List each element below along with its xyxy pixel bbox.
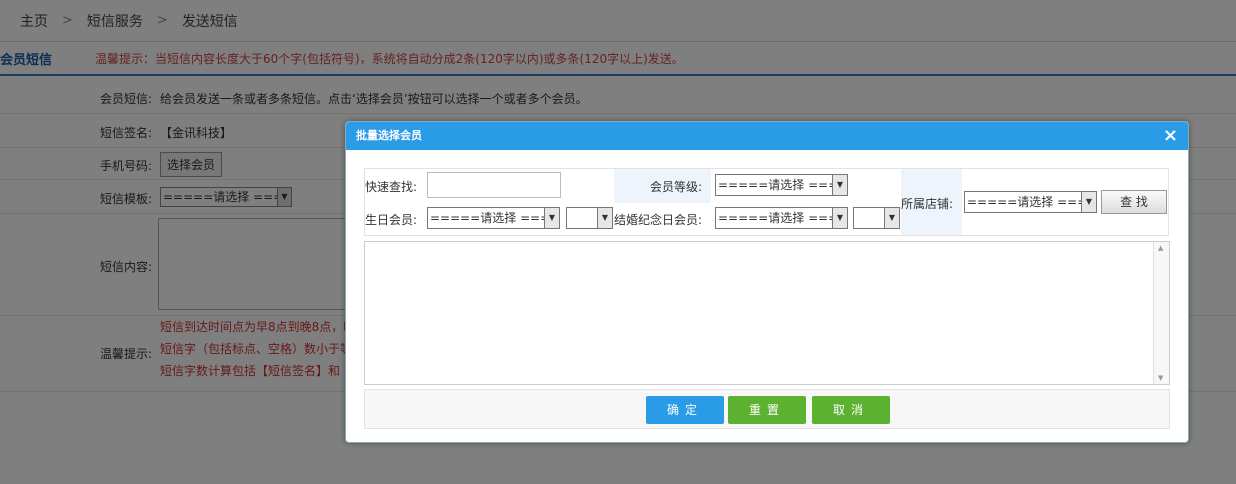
chevron-down-icon: ▼ <box>832 175 847 195</box>
store-value: =====请选择 ===== <box>967 195 1097 209</box>
anniversary-label: 结婚纪念日会员: <box>614 213 703 227</box>
anniversary-value: =====请选择 ===== <box>718 211 848 225</box>
scrollbar[interactable]: ▲ ▼ <box>1153 242 1169 384</box>
member-level-value: =====请选择 ===== <box>718 178 848 192</box>
confirm-button[interactable]: 确定 <box>646 396 724 424</box>
chevron-down-icon: ▼ <box>544 208 559 228</box>
dialog-button-area: 确定 重置 取消 <box>364 389 1170 429</box>
birthday-value: =====请选择 ===== <box>430 211 560 225</box>
birthday-select-2[interactable]: ▼ <box>566 207 613 229</box>
quick-search-label: 快速查找: <box>365 180 418 194</box>
batch-select-member-dialog: 批量选择会员 × 快速查找: 会员等级: =====请选择 ===== ▼ 所属店… <box>345 121 1189 443</box>
birthday-label: 生日会员: <box>365 213 418 227</box>
member-level-select[interactable]: =====请选择 ===== ▼ <box>715 174 848 196</box>
chevron-down-icon: ▼ <box>597 208 612 228</box>
member-level-label: 会员等级: <box>650 180 703 194</box>
anniversary-select-2[interactable]: ▼ <box>853 207 900 229</box>
dialog-title: 批量选择会员 <box>356 129 422 142</box>
chevron-down-icon: ▼ <box>832 208 847 228</box>
close-icon[interactable]: × <box>1163 122 1178 150</box>
member-result-list[interactable]: ▲ ▼ <box>364 241 1170 385</box>
store-label: 所属店铺: <box>901 197 954 211</box>
store-select[interactable]: =====请选择 ===== ▼ <box>964 191 1097 213</box>
search-table: 快速查找: 会员等级: =====请选择 ===== ▼ 所属店铺: =====请… <box>364 168 1169 236</box>
anniversary-select[interactable]: =====请选择 ===== ▼ <box>715 207 848 229</box>
quick-search-input[interactable] <box>427 172 561 198</box>
reset-button[interactable]: 重置 <box>728 396 806 424</box>
cancel-button[interactable]: 取消 <box>812 396 890 424</box>
birthday-select[interactable]: =====请选择 ===== ▼ <box>427 207 560 229</box>
find-button[interactable]: 查 找 <box>1101 190 1167 214</box>
dialog-header: 批量选择会员 × <box>346 122 1188 150</box>
chevron-down-icon: ▼ <box>1081 192 1096 212</box>
chevron-down-icon: ▼ <box>884 208 899 228</box>
scroll-down-icon[interactable]: ▼ <box>1158 374 1163 382</box>
scroll-up-icon[interactable]: ▲ <box>1158 244 1163 252</box>
